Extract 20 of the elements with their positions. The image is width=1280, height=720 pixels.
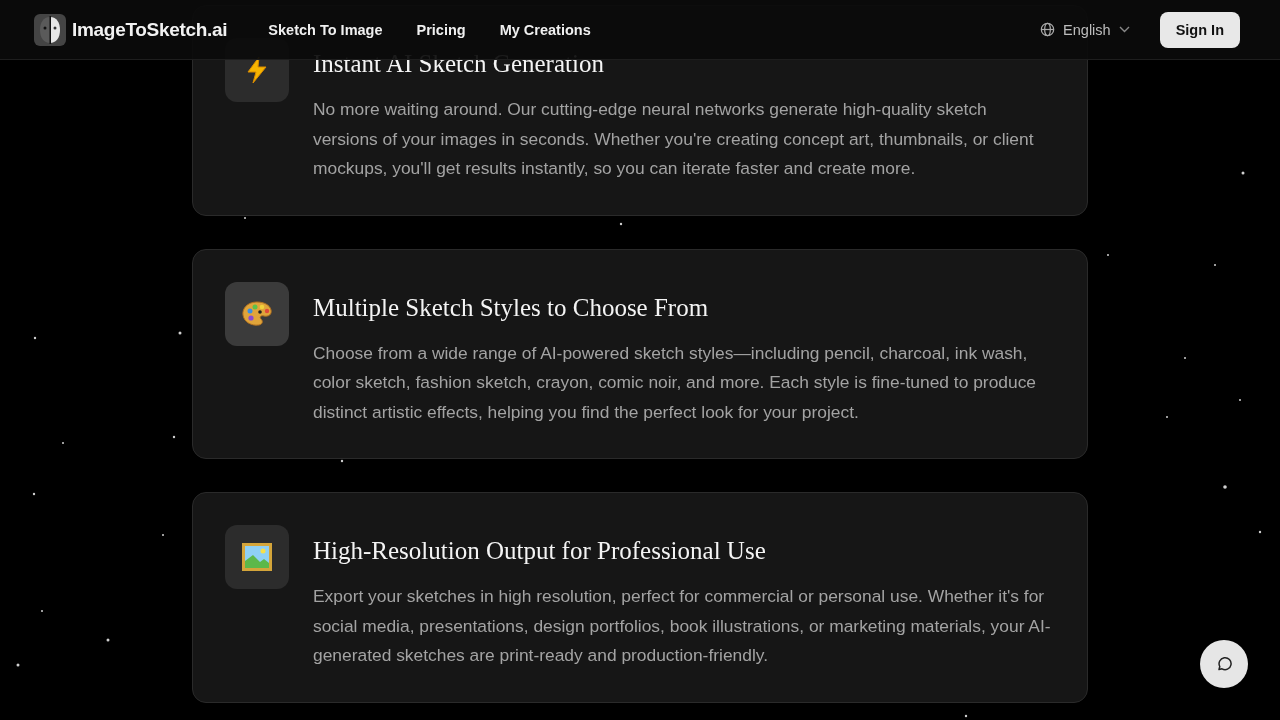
language-selector[interactable]: English: [1034, 15, 1136, 44]
globe-icon: [1040, 22, 1056, 37]
sign-in-button[interactable]: Sign In: [1159, 11, 1240, 48]
framed-picture-icon: [242, 543, 272, 571]
feature-description: Export your sketches in high resolution, perfect for commercial or personal use. Whether it's for social media, presentations, design portfolios, book illustrations, or marketing materials, your AI-generated sketches are print-ready and production-friendly.: [313, 585, 1052, 667]
palette-icon: [241, 299, 273, 328]
logo-text[interactable]: ImageToSketch.ai: [72, 18, 228, 41]
feature-title: High-Resolution Output for Professional Use: [313, 536, 767, 566]
chat-button[interactable]: [1200, 640, 1248, 688]
nav-link[interactable]: Pricing: [399, 13, 483, 46]
nav-link[interactable]: My Creations: [482, 13, 608, 46]
chevron-down-icon: [1118, 26, 1130, 33]
logo-icon[interactable]: [34, 13, 66, 46]
chat-bubble-icon: [1216, 656, 1232, 672]
lightning-icon: [246, 57, 268, 83]
feature-title: Instant AI Sketch Generation: [313, 49, 605, 79]
feature-description: No more waiting around. Our cutting-edge neural networks generate high-quality sketch versions of your images in seconds. Whether you're creating concept art, thumbnails, or client mockups, you'll get results instantly, so you can iterate faster and create more.: [313, 98, 1035, 180]
feature-title: Multiple Sketch Styles to Choose From: [313, 292, 710, 323]
nav-link[interactable]: Sketch To Image: [251, 13, 400, 46]
feature-description: Choose from a wide range of AI-powered sketch styles—including pencil, charcoal, ink wash, color sketch, fashion sketch, crayon, comic noir, and more. Each style is fine-tuned to produce distinct artistic effects, helping you find the perfect look for your project.: [313, 341, 1038, 424]
